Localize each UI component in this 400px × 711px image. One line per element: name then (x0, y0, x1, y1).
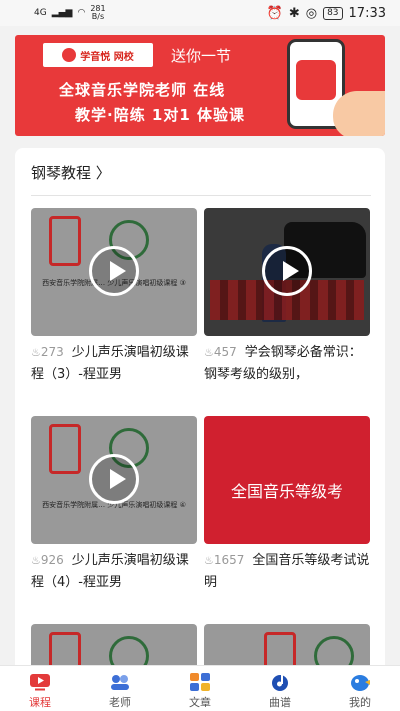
play-icon[interactable] (262, 246, 312, 296)
article-icon (188, 672, 212, 692)
tab-sheet-music[interactable]: 曲谱 (240, 666, 320, 711)
status-right: ⏰ ✱ ◎ 83 17:33 (267, 6, 386, 21)
banner-subheadline: 教学·陪练 1对1 体验课 (75, 106, 246, 124)
video-thumbnail[interactable]: 西安音乐学院附属… 少儿声乐演唱初级课程 ③ (31, 208, 197, 336)
app-icon-illustration (296, 60, 336, 100)
view-count: ♨926 (31, 553, 64, 567)
clock: 17:33 (348, 5, 386, 21)
brand-logo: 学音悦 网校 (43, 43, 153, 67)
view-count-value: 926 (40, 553, 64, 567)
logo-mark-icon (62, 48, 77, 62)
video-meta[interactable]: ♨457 学会钢琴必备常识：钢琴考级的级别， (204, 341, 370, 386)
view-count: ♨1657 (204, 553, 244, 567)
piano-tutorial-section: 钢琴教程 〉 西安音乐学院附属… 少儿声乐演唱初级课程 ③ ♨273 少儿声乐演唱… (15, 148, 385, 688)
view-count: ♨457 (204, 345, 237, 359)
view-count-value: 273 (40, 345, 64, 359)
video-thumbnail[interactable] (204, 208, 370, 336)
battery-indicator: 83 (323, 6, 343, 20)
signal-icon: ▂▄▆ (51, 8, 73, 18)
video-thumbnail[interactable]: 全国音乐等级考 (204, 416, 370, 544)
status-left: 4G ▂▄▆ ◠ 281 B/s (34, 5, 106, 21)
logo-text: 学音悦 网校 (80, 51, 134, 63)
status-bar: 4G ▂▄▆ ◠ 281 B/s ⏰ ✱ ◎ 83 17:33 (0, 0, 400, 26)
tab-article[interactable]: 文章 (160, 666, 240, 711)
bottom-tab-bar: 课程 老师 文章 曲谱 我的 (0, 665, 400, 711)
vibrate-icon: ◎ (305, 5, 318, 21)
play-icon[interactable] (89, 246, 139, 296)
alarm-icon: ⏰ (266, 5, 283, 21)
tab-teacher[interactable]: 老师 (80, 666, 160, 711)
video-meta[interactable]: ♨1657 全国音乐等级考试说明 (204, 549, 370, 594)
view-count-value: 1657 (213, 553, 245, 567)
section-title-link[interactable]: 钢琴教程 〉 (31, 162, 111, 183)
teacher-icon (108, 672, 132, 692)
school-logo-icon (49, 424, 81, 474)
banner-headline: 全球音乐学院老师 在线 (59, 81, 226, 99)
bluetooth-icon: ✱ (288, 5, 300, 21)
view-count-value: 457 (213, 345, 237, 359)
tab-label: 课程 (29, 696, 51, 709)
tab-profile[interactable]: 我的 (320, 666, 400, 711)
video-thumbnail[interactable]: 西安音乐学院附属… 少儿声乐演唱初级课程 ④ (31, 416, 197, 544)
flame-icon: ♨ (204, 554, 214, 567)
flame-icon: ♨ (31, 346, 41, 359)
tab-label: 曲谱 (269, 696, 291, 709)
video-meta[interactable]: ♨926 少儿声乐演唱初级课程（4）-程亚男 (31, 549, 197, 594)
flame-icon: ♨ (31, 554, 41, 567)
tab-label: 文章 (189, 696, 211, 709)
video-meta[interactable]: ♨273 少儿声乐演唱初级课程（3）-程亚男 (31, 341, 197, 386)
tab-label: 我的 (349, 696, 371, 709)
net-speed: 281 B/s (90, 4, 106, 21)
view-count: ♨273 (31, 345, 64, 359)
promo-banner[interactable]: 学音悦 网校 送你一节 全球音乐学院老师 在线 教学·陪练 1对1 体验课 (15, 35, 385, 136)
banner-gift-text: 送你一节 (171, 47, 232, 65)
play-icon[interactable] (89, 454, 139, 504)
network-label: 4G (34, 8, 47, 18)
flame-icon: ♨ (204, 346, 214, 359)
tab-label: 老师 (109, 696, 131, 709)
tab-course[interactable]: 课程 (0, 666, 80, 711)
thumbnail-caption: 全国音乐等级考 (230, 482, 343, 501)
divider (31, 195, 371, 196)
wifi-icon: ◠ (77, 8, 86, 18)
hand-illustration (333, 91, 385, 136)
profile-icon (348, 672, 372, 692)
course-icon (28, 672, 52, 692)
sheet-music-icon (268, 672, 292, 692)
school-logo-icon (49, 216, 81, 266)
